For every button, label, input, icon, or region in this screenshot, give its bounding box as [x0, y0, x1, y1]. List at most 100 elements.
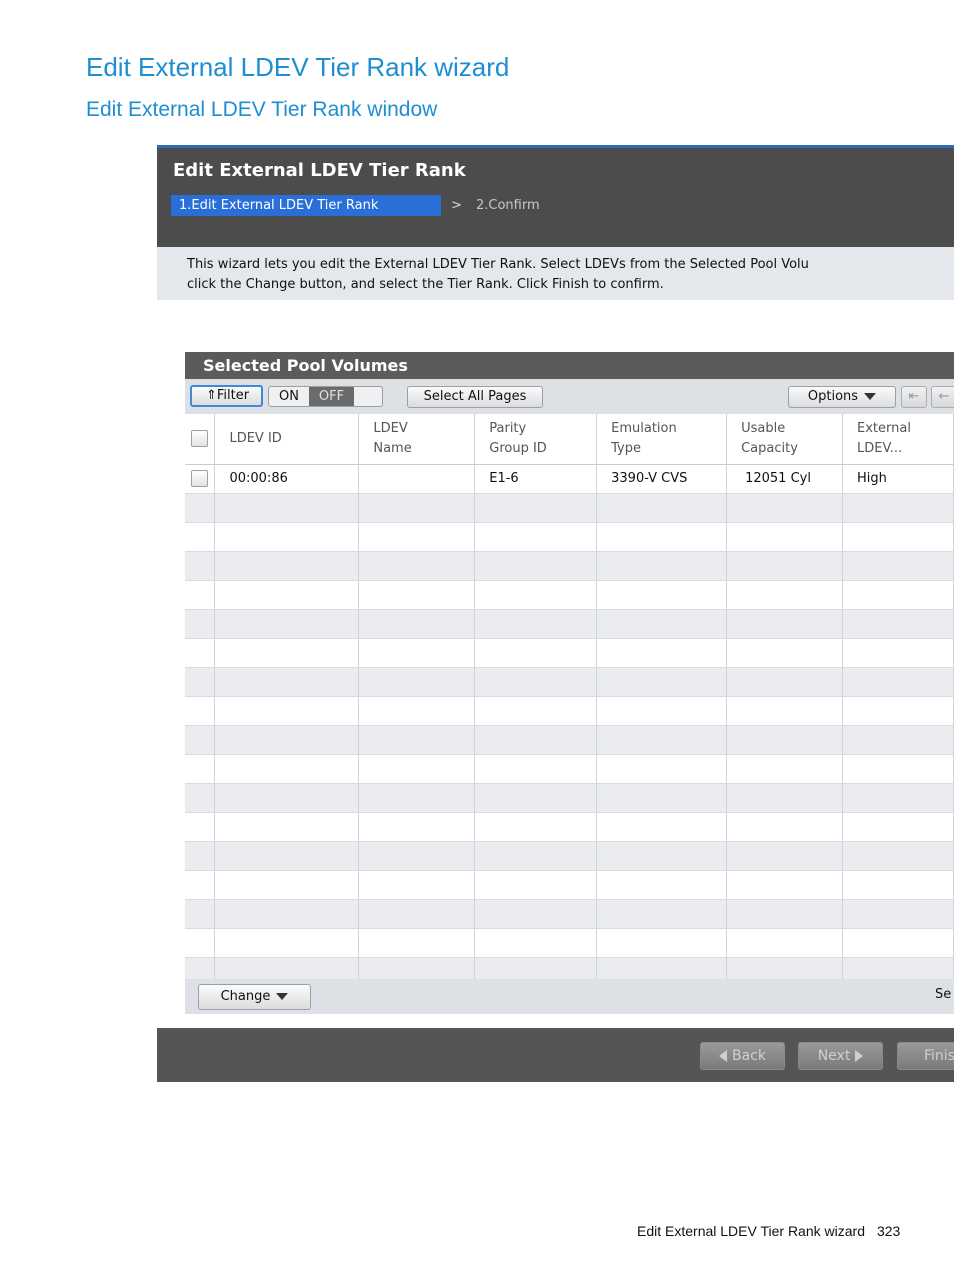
- first-page-button[interactable]: ⇤: [901, 386, 927, 408]
- arrow-left-icon: ←: [938, 389, 950, 404]
- empty-cell: [358, 812, 476, 842]
- wizard-step-separator: >: [451, 198, 462, 213]
- empty-cell: [358, 754, 476, 784]
- empty-cell: [474, 754, 598, 784]
- empty-cell: [185, 870, 216, 900]
- empty-cell: [474, 609, 598, 639]
- empty-cell: [185, 783, 216, 813]
- empty-cell: [185, 551, 216, 581]
- change-button[interactable]: Change: [198, 984, 311, 1010]
- triangle-left-icon: [719, 1050, 727, 1062]
- next-button-label: Next: [817, 1048, 851, 1064]
- empty-cell: [214, 638, 360, 668]
- filter-toggle-on[interactable]: ON: [269, 387, 309, 406]
- row-checkbox[interactable]: [191, 470, 209, 487]
- empty-cell: [842, 580, 954, 610]
- empty-cell: [596, 899, 728, 929]
- back-button-label: Back: [732, 1048, 766, 1064]
- empty-cell: [596, 928, 728, 958]
- empty-cell: [726, 870, 844, 900]
- panel-title-bar: Selected Pool Volumes: [185, 352, 954, 379]
- empty-table-row: [185, 899, 954, 929]
- change-button-label: Change: [220, 989, 271, 1004]
- empty-cell: [214, 899, 360, 929]
- back-button[interactable]: Back: [700, 1042, 785, 1070]
- empty-cell: [214, 667, 360, 697]
- wizard-button-bar: Back Next Finis: [157, 1028, 954, 1082]
- empty-cell: [474, 580, 598, 610]
- selection-status: Se: [935, 987, 952, 1002]
- cell-ldev-id: 00:00:86: [214, 464, 360, 494]
- empty-cell: [842, 957, 954, 979]
- empty-cell: [214, 493, 360, 523]
- empty-cell: [474, 841, 598, 871]
- empty-cell: [596, 696, 728, 726]
- empty-cell: [842, 899, 954, 929]
- select-all-checkbox[interactable]: [191, 429, 209, 447]
- empty-cell: [842, 783, 954, 813]
- select-all-pages-button[interactable]: Select All Pages: [407, 386, 543, 408]
- filter-button[interactable]: ⇑Filter: [190, 385, 263, 407]
- empty-cell: [842, 812, 954, 842]
- filter-toggle-off[interactable]: OFF: [309, 387, 354, 406]
- triangle-right-icon: [855, 1050, 864, 1062]
- empty-cell: [474, 928, 598, 958]
- empty-cell: [185, 696, 216, 726]
- column-header-emulation-type[interactable]: Emulation Type: [596, 414, 728, 465]
- empty-cell: [358, 551, 476, 581]
- empty-cell: [358, 870, 476, 900]
- wizard-step-edit: 1.Edit External LDEV Tier Rank: [171, 195, 441, 216]
- empty-cell: [842, 493, 954, 523]
- empty-table-row: [185, 754, 954, 784]
- empty-cell: [214, 754, 360, 784]
- empty-cell: [474, 493, 598, 523]
- wizard-description-line2: click the Change button, and select the …: [187, 277, 664, 292]
- table-toolbar: ⇑Filter ON OFF Select All Pages Options …: [185, 379, 954, 414]
- empty-cell: [358, 725, 476, 755]
- wizard-description: This wizard lets you edit the External L…: [157, 247, 954, 300]
- empty-table-row: [185, 725, 954, 755]
- empty-cell: [842, 725, 954, 755]
- previous-page-button[interactable]: ←: [931, 386, 954, 408]
- empty-cell: [358, 638, 476, 668]
- column-header-external-ldev[interactable]: External LDEV...: [842, 414, 954, 465]
- wizard-description-line1: This wizard lets you edit the External L…: [187, 257, 809, 272]
- cell-emulation-type: 3390-V CVS: [596, 464, 728, 494]
- empty-table-row: [185, 667, 954, 697]
- selected-pool-volumes-panel: Selected Pool Volumes ⇑Filter ON OFF Sel…: [185, 352, 954, 1014]
- empty-cell: [358, 667, 476, 697]
- finish-button[interactable]: Finis: [897, 1042, 954, 1070]
- next-button[interactable]: Next: [798, 1042, 883, 1070]
- empty-cell: [726, 754, 844, 784]
- empty-cell: [474, 522, 598, 552]
- double-chevron-up-icon: ⇑: [205, 388, 217, 403]
- empty-table-row: [185, 638, 954, 668]
- empty-cell: [842, 551, 954, 581]
- cell-ldev-name: [358, 464, 476, 494]
- empty-cell: [474, 870, 598, 900]
- empty-cell: [842, 667, 954, 697]
- empty-cell: [596, 638, 728, 668]
- column-header-parity-group-id[interactable]: Parity Group ID: [474, 414, 598, 465]
- empty-cell: [474, 957, 598, 979]
- empty-cell: [214, 696, 360, 726]
- column-header-usable-capacity[interactable]: Usable Capacity: [726, 414, 844, 465]
- options-button[interactable]: Options: [788, 386, 896, 408]
- column-header-ldev-name[interactable]: LDEV Name: [358, 414, 476, 465]
- empty-cell: [842, 696, 954, 726]
- empty-cell: [185, 725, 216, 755]
- page-footer-text: Edit External LDEV Tier Rank wizard: [637, 1223, 865, 1239]
- empty-cell: [185, 580, 216, 610]
- empty-cell: [474, 667, 598, 697]
- column-header-ldev-id[interactable]: LDEV ID: [214, 414, 360, 465]
- empty-cell: [726, 696, 844, 726]
- caret-down-icon: [276, 993, 289, 1000]
- empty-cell: [358, 522, 476, 552]
- filter-toggle[interactable]: ON OFF: [268, 386, 383, 407]
- empty-cell: [358, 841, 476, 871]
- row-checkbox-cell: [185, 464, 216, 494]
- table-row[interactable]: 00:00:86 E1-6 3390-V CVS 12051 Cyl High: [185, 464, 954, 494]
- empty-cell: [596, 725, 728, 755]
- empty-cell: [726, 667, 844, 697]
- empty-cell: [358, 899, 476, 929]
